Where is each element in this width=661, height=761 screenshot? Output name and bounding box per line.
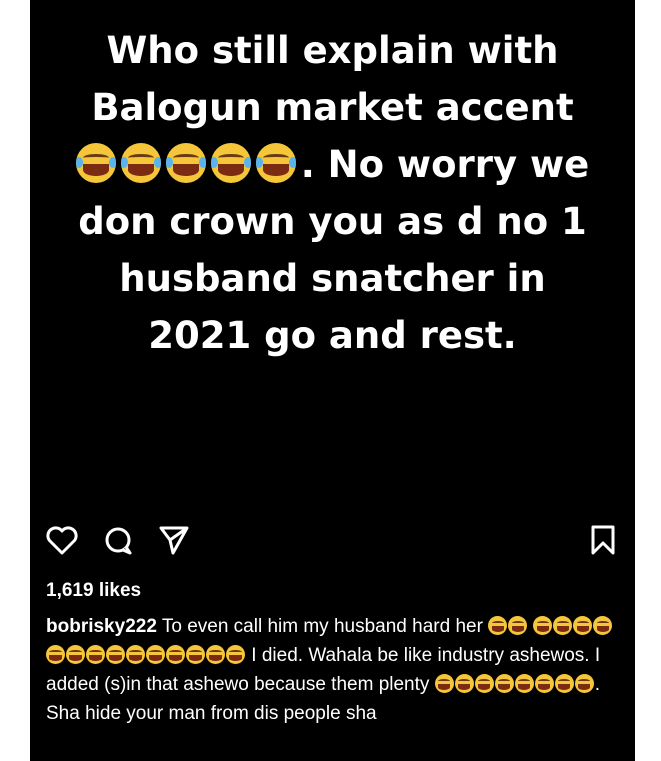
laughing-emoji-icon <box>533 616 553 635</box>
heart-icon[interactable] <box>44 522 80 558</box>
likes-count[interactable]: 1,619 likes <box>46 580 141 602</box>
laughing-emoji-icon <box>165 143 206 183</box>
laughing-emoji-icon <box>534 674 554 693</box>
laughing-emoji-icon <box>508 616 528 635</box>
instagram-post-screenshot: Who still explain with Balogun market ac… <box>30 0 635 761</box>
post-text-line: 2021 go and rest. <box>148 314 517 357</box>
post-text-fragment: . No worry we <box>300 143 590 186</box>
laughing-emoji-icon <box>554 674 574 693</box>
laughing-emoji-icon <box>454 674 474 693</box>
laughing-emoji-icon <box>46 645 65 664</box>
laughing-emoji-icon <box>573 616 593 635</box>
post-text-line: Balogun market accent <box>91 86 574 129</box>
laughing-emoji-icon <box>126 645 145 664</box>
laughing-emoji-icon <box>514 674 534 693</box>
laughing-emoji-icon <box>186 645 205 664</box>
laughing-emoji-icon <box>226 645 245 664</box>
laughing-emoji-icon <box>86 645 105 664</box>
post-image-text: Who still explain with Balogun market ac… <box>30 22 635 364</box>
laughing-emoji-icon <box>210 143 251 183</box>
laughing-emoji-icon <box>146 645 165 664</box>
laughing-emoji-icon <box>206 645 225 664</box>
caption-username[interactable]: bobrisky222 <box>46 616 157 637</box>
bookmark-icon[interactable] <box>585 522 621 558</box>
comment-icon[interactable] <box>100 522 136 558</box>
post-action-bar <box>44 522 621 562</box>
post-text-line: don crown you as d no 1 <box>78 200 587 243</box>
send-icon[interactable] <box>156 522 192 558</box>
laughing-emoji-icon <box>494 674 514 693</box>
caption-text: To even call him my husband hard her <box>161 616 483 637</box>
laughing-emoji-icon <box>66 645 85 664</box>
laughing-emoji-icon <box>75 143 116 183</box>
post-text-line: . No worry we <box>30 136 635 193</box>
laughing-emoji-icon <box>488 616 508 635</box>
laughing-emoji-icon <box>434 674 454 693</box>
post-text-line: husband snatcher in <box>119 257 546 300</box>
laughing-emoji-icon <box>593 616 613 635</box>
laughing-emoji-icon <box>474 674 494 693</box>
post-text-line: Who still explain with <box>106 29 559 72</box>
post-caption: bobrisky222 To even call him my husband … <box>46 612 620 728</box>
laughing-emoji-icon <box>106 645 125 664</box>
laughing-emoji-icon <box>166 645 185 664</box>
laughing-emoji-icon <box>553 616 573 635</box>
laughing-emoji-icon <box>120 143 161 183</box>
laughing-emoji-icon <box>255 143 296 183</box>
laughing-emoji-icon <box>574 674 594 693</box>
